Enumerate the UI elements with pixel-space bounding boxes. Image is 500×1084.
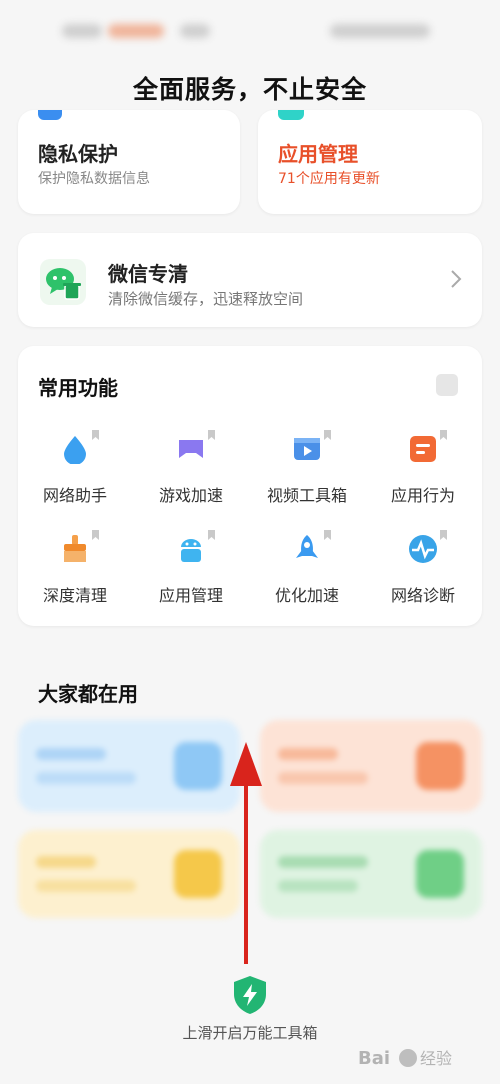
- bookmark-icon: [92, 530, 99, 540]
- grid-item-app-behavior[interactable]: 应用行为: [368, 430, 478, 524]
- promo-card[interactable]: [18, 720, 240, 812]
- wechat-clean-subtitle: 清除微信缓存，迅速释放空间: [108, 290, 304, 308]
- promo-card[interactable]: [18, 830, 240, 918]
- wechat-clean-card[interactable]: 微信专清 清除微信缓存，迅速释放空间: [18, 233, 482, 327]
- grid-item-label: 优化加速: [274, 586, 339, 605]
- chevron-right-icon: [450, 269, 462, 293]
- bookmark-icon: [208, 530, 215, 540]
- app-manage-icon: [278, 110, 304, 120]
- android-icon: [176, 534, 206, 564]
- grid-item-game-boost[interactable]: 游戏加速: [136, 430, 246, 524]
- promo-card[interactable]: [260, 720, 482, 812]
- grid-item-label: 视频工具箱: [266, 486, 347, 505]
- bookmark-icon: [440, 430, 447, 440]
- common-functions-title: 常用功能: [38, 376, 118, 400]
- popular-section-title: 大家都在用: [38, 682, 138, 706]
- privacy-card[interactable]: 隐私保护 保护隐私数据信息: [18, 110, 240, 214]
- promo-icon: [416, 850, 464, 898]
- grid-item-optimize-boost[interactable]: 优化加速: [252, 530, 362, 624]
- shield-icon: [38, 110, 62, 120]
- video-icon: [292, 434, 322, 464]
- grid-item-network-diagnosis[interactable]: 网络诊断: [368, 530, 478, 624]
- grid-item-deep-clean[interactable]: 深度清理: [20, 530, 130, 624]
- grid-item-video-toolbox[interactable]: 视频工具箱: [252, 430, 362, 524]
- swipe-up-arrow: [226, 738, 266, 968]
- grid-item-label: 网络助手: [42, 486, 107, 505]
- bookmark-icon: [208, 430, 215, 440]
- broom-icon: [60, 534, 90, 564]
- bookmark-icon: [440, 530, 447, 540]
- app-manage-card-title: 应用管理: [278, 142, 358, 166]
- wechat-clean-title: 微信专清: [108, 262, 188, 286]
- pulse-icon: [408, 534, 438, 564]
- grid-item-label: 应用管理: [158, 586, 223, 605]
- app-behavior-icon: [408, 434, 438, 464]
- bookmark-icon: [92, 430, 99, 440]
- promo-icon: [416, 742, 464, 790]
- privacy-card-title: 隐私保护: [38, 142, 118, 166]
- svg-text:Bai: Bai: [358, 1048, 390, 1069]
- grid-item-app-manage[interactable]: 应用管理: [136, 530, 246, 624]
- grid-item-label: 深度清理: [42, 586, 107, 605]
- grid-item-label: 游戏加速: [158, 486, 223, 505]
- grid-item-label: 应用行为: [390, 486, 455, 505]
- common-functions-card: 常用功能 网络助手 游戏加速 视频工具箱 应用行为 深度清理 应用管理 优化加速…: [18, 346, 482, 626]
- promo-icon: [174, 742, 222, 790]
- gamepad-icon: [176, 434, 206, 464]
- page-title: 全面服务，不止安全: [132, 75, 367, 104]
- promo-icon: [174, 850, 222, 898]
- bookmark-icon: [324, 430, 331, 440]
- svg-text:经验: 经验: [420, 1049, 452, 1068]
- grid-item-network-assistant[interactable]: 网络助手: [20, 430, 130, 524]
- privacy-card-subtitle: 保护隐私数据信息: [38, 171, 150, 187]
- edit-icon[interactable]: [436, 374, 458, 396]
- promo-card[interactable]: [260, 830, 482, 918]
- water-drop-icon: [60, 434, 90, 465]
- app-manage-card[interactable]: 应用管理 71个应用有更新: [258, 110, 482, 214]
- bookmark-icon: [324, 530, 331, 540]
- shield-bolt-icon[interactable]: [232, 975, 268, 1015]
- status-bar: [0, 0, 500, 60]
- grid-item-label: 网络诊断: [390, 586, 455, 605]
- wechat-clean-icon: [40, 259, 86, 305]
- watermark-logo: Bai 经验: [356, 1040, 476, 1074]
- rocket-icon: [292, 534, 322, 564]
- app-update-count: 71个应用有更新: [278, 171, 380, 187]
